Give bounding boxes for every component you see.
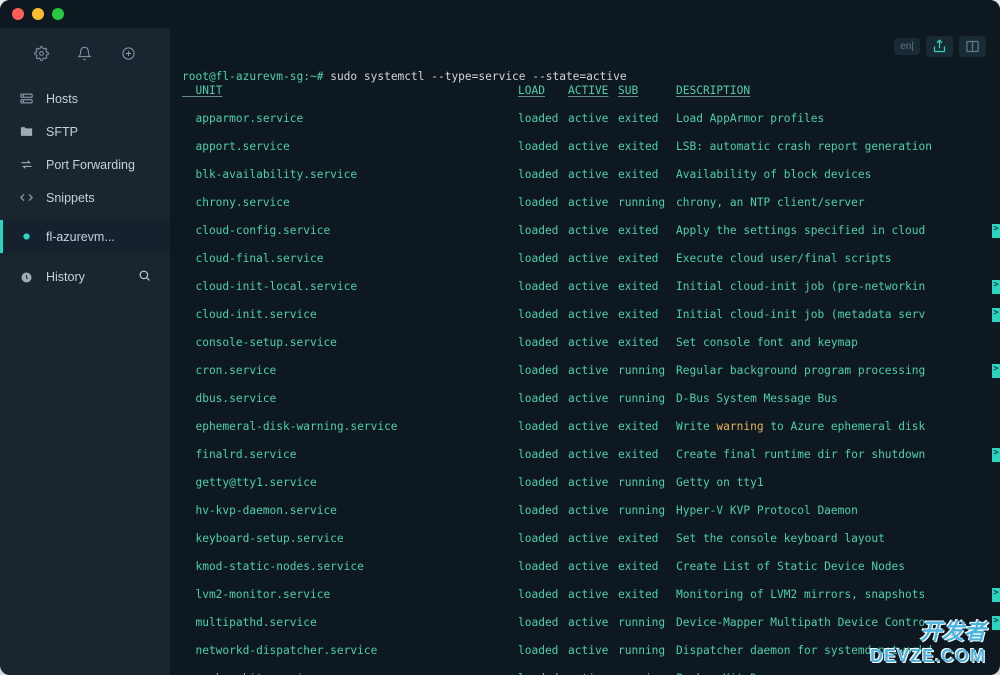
traffic-lights (12, 8, 64, 20)
sidebar-item-sftp[interactable]: SFTP (0, 115, 170, 148)
service-row: dbus.serviceloadedactiverunningD-Bus Sys… (182, 392, 988, 406)
table-header: UNITLOADACTIVESUBDESCRIPTION (182, 84, 988, 98)
service-row: apparmor.serviceloadedactiveexitedLoad A… (182, 112, 988, 126)
service-row: hv-kvp-daemon.serviceloadedactiverunning… (182, 504, 988, 518)
service-row: chrony.serviceloadedactiverunningchrony,… (182, 196, 988, 210)
sidebar-label: fl-azurevm... (46, 230, 115, 244)
service-row: multipathd.serviceloadedactiverunningDev… (182, 616, 988, 630)
swap-icon (18, 157, 34, 172)
folder-icon (18, 124, 34, 139)
sidebar-label: Hosts (46, 92, 78, 106)
add-icon[interactable] (121, 46, 136, 66)
service-row: kmod-static-nodes.serviceloadedactiveexi… (182, 560, 988, 574)
sidebar-label: Port Forwarding (46, 158, 135, 172)
search-icon[interactable] (137, 268, 152, 286)
sidebar-label: SFTP (46, 125, 78, 139)
service-row: apport.serviceloadedactiveexitedLSB: aut… (182, 140, 988, 154)
service-row: finalrd.serviceloadedactiveexitedCreate … (182, 448, 988, 462)
titlebar[interactable] (0, 0, 1000, 28)
service-row: cloud-config.serviceloadedactiveexitedAp… (182, 224, 988, 238)
terminal-icon (18, 229, 34, 244)
app-window: en| Hosts SFTP Port Forward (0, 0, 1000, 675)
service-row: networkd-dispatcher.serviceloadedactiver… (182, 644, 988, 658)
service-row: ephemeral-disk-warning.serviceloadedacti… (182, 420, 988, 434)
service-row: console-setup.serviceloadedactiveexitedS… (182, 336, 988, 350)
sidebar-item-session[interactable]: fl-azurevm... (0, 220, 170, 253)
sidebar-label: History (46, 270, 85, 284)
service-row: blk-availability.serviceloadedactiveexit… (182, 168, 988, 182)
hosts-icon (18, 91, 34, 106)
sidebar: Hosts SFTP Port Forwarding Snippets fl-a… (0, 28, 170, 675)
service-row: cloud-init.serviceloadedactiveexitedInit… (182, 308, 988, 322)
service-row: cron.serviceloadedactiverunningRegular b… (182, 364, 988, 378)
service-row: cloud-init-local.serviceloadedactiveexit… (182, 280, 988, 294)
settings-icon[interactable] (34, 46, 49, 66)
code-icon (18, 190, 34, 205)
terminal-output[interactable]: root@fl-azurevm-sg:~# sudo systemctl --t… (170, 28, 1000, 675)
sidebar-item-snippets[interactable]: Snippets (0, 181, 170, 214)
close-icon[interactable] (12, 8, 24, 20)
clock-icon (18, 270, 34, 285)
service-row: lvm2-monitor.serviceloadedactiveexitedMo… (182, 588, 988, 602)
sidebar-item-history[interactable]: History (0, 259, 170, 295)
service-row: cloud-final.serviceloadedactiveexitedExe… (182, 252, 988, 266)
sidebar-label: Snippets (46, 191, 95, 205)
service-row: getty@tty1.serviceloadedactiverunningGet… (182, 476, 988, 490)
service-row: keyboard-setup.serviceloadedactiveexited… (182, 532, 988, 546)
sidebar-item-hosts[interactable]: Hosts (0, 82, 170, 115)
minimize-icon[interactable] (32, 8, 44, 20)
maximize-icon[interactable] (52, 8, 64, 20)
bell-icon[interactable] (77, 46, 92, 66)
sidebar-item-portfwd[interactable]: Port Forwarding (0, 148, 170, 181)
prompt: root@fl-azurevm-sg:~# sudo systemctl --t… (182, 70, 627, 83)
